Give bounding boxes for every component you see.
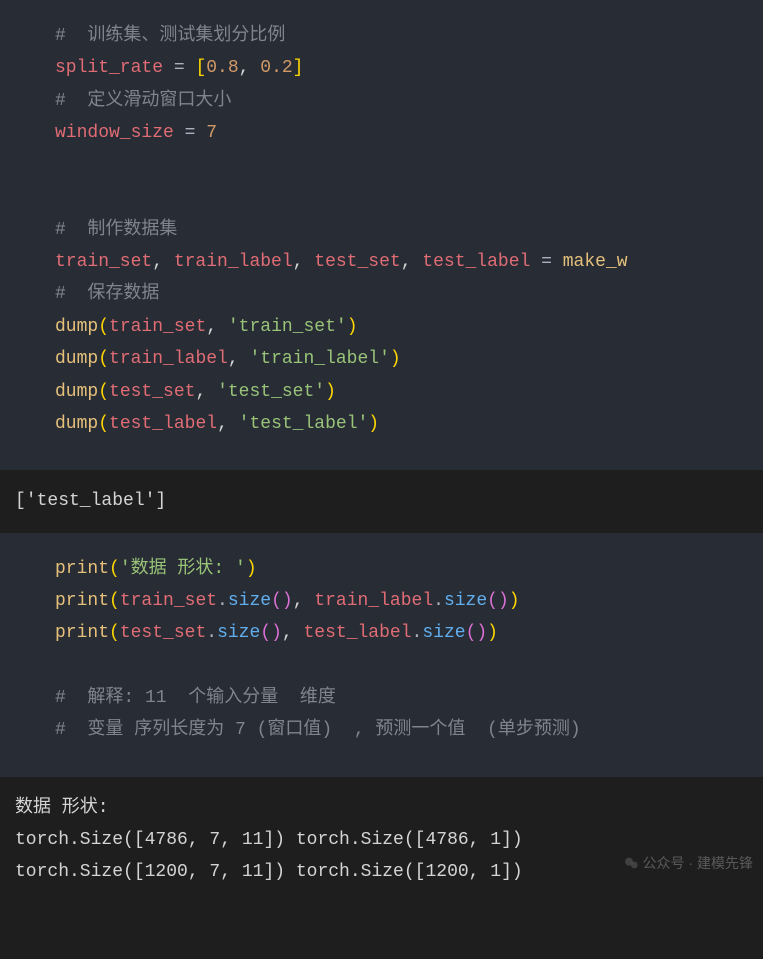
fn-print: print	[55, 559, 109, 579]
comment: # 解释: 11 个输入分量 维度	[55, 688, 336, 708]
fn-dump: dump	[55, 349, 98, 369]
comment: # 变量 序列长度为 7 (窗口值) , 预测一个值 (单步预测)	[55, 720, 581, 740]
comment: # 训练集、测试集划分比例	[55, 26, 285, 46]
fn-dump: dump	[55, 414, 98, 434]
var-split-rate: split_rate	[55, 58, 163, 78]
output-line: torch.Size([1200, 7, 11]) torch.Size([12…	[15, 862, 523, 882]
comment: # 定义滑动窗口大小	[55, 91, 231, 111]
fn-dump: dump	[55, 382, 98, 402]
output-text: ['test_label']	[15, 491, 166, 511]
output-line: torch.Size([4786, 7, 11]) torch.Size([47…	[15, 830, 523, 850]
watermark-text: 公众号 · 建模先锋	[643, 851, 753, 876]
comment: # 保存数据	[55, 284, 159, 304]
output-cell-2: 数据 形状: torch.Size([4786, 7, 11]) torch.S…	[0, 777, 763, 904]
fn-dump: dump	[55, 317, 98, 337]
code-cell-2: print('数据 形状: ') print(train_set.size(),…	[0, 533, 763, 777]
watermark: 公众号 · 建模先锋	[623, 851, 753, 876]
output-line: 数据 形状:	[15, 798, 109, 818]
code-cell-1: # 训练集、测试集划分比例 split_rate = [0.8, 0.2] # …	[0, 0, 763, 470]
fn-print: print	[55, 591, 109, 611]
fn-make: make_w	[563, 252, 628, 272]
var-window-size: window_size	[55, 123, 174, 143]
wechat-icon	[623, 855, 639, 871]
comment: # 制作数据集	[55, 220, 177, 240]
fn-print: print	[55, 623, 109, 643]
output-cell-1: ['test_label']	[0, 470, 763, 532]
